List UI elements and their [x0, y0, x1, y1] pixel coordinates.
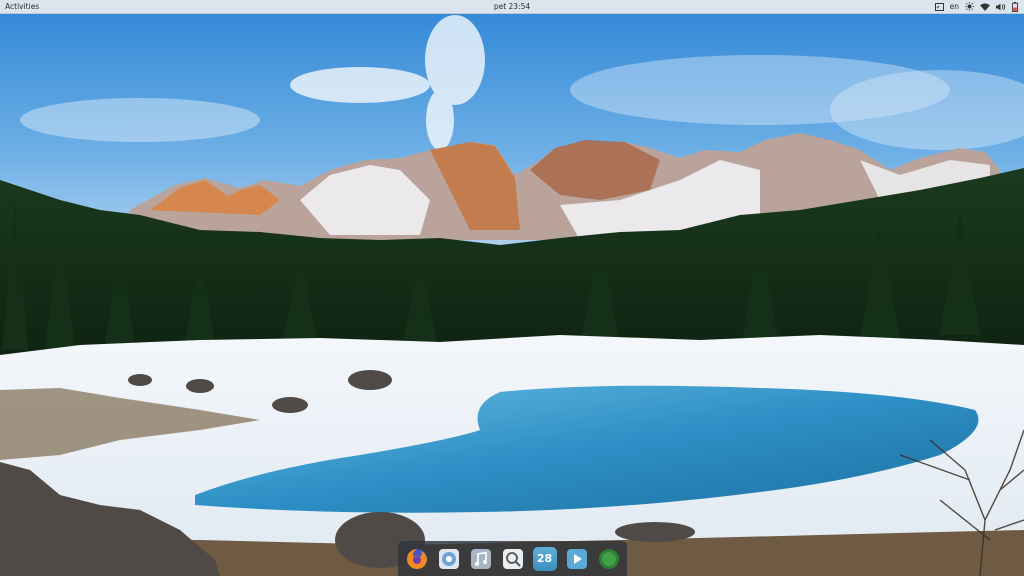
dock-app-firefox[interactable]	[405, 547, 429, 571]
activities-button[interactable]: Activities	[5, 0, 39, 13]
screenshot-icon[interactable]	[934, 0, 944, 13]
desktop-wallpaper	[0, 0, 1024, 576]
dock-app-calendar[interactable]: 28	[532, 546, 557, 571]
search-icon	[502, 548, 523, 569]
dock: 28	[398, 541, 627, 576]
volume-icon[interactable]	[996, 0, 1006, 13]
dock-app-system-monitor[interactable]	[597, 547, 621, 571]
wifi-icon[interactable]	[980, 0, 990, 13]
music-icon	[470, 548, 491, 569]
battery-icon[interactable]	[1012, 0, 1018, 13]
play-icon	[566, 548, 587, 569]
keyboard-layout-indicator[interactable]: en	[950, 0, 959, 13]
dock-app-music[interactable]	[469, 547, 493, 571]
top-panel: Activities pet 23:54 en	[0, 0, 1024, 14]
calendar-icon: 28	[536, 552, 553, 565]
clock[interactable]: pet 23:54	[494, 2, 530, 11]
dock-app-videos[interactable]	[565, 547, 589, 571]
system-tray[interactable]: en	[934, 0, 1018, 13]
green-circle-icon	[598, 548, 619, 569]
files-icon	[438, 548, 459, 569]
firefox-icon	[406, 548, 427, 569]
brightness-icon[interactable]	[965, 0, 974, 13]
dock-app-search[interactable]	[501, 547, 525, 571]
dock-app-files[interactable]	[437, 547, 461, 571]
